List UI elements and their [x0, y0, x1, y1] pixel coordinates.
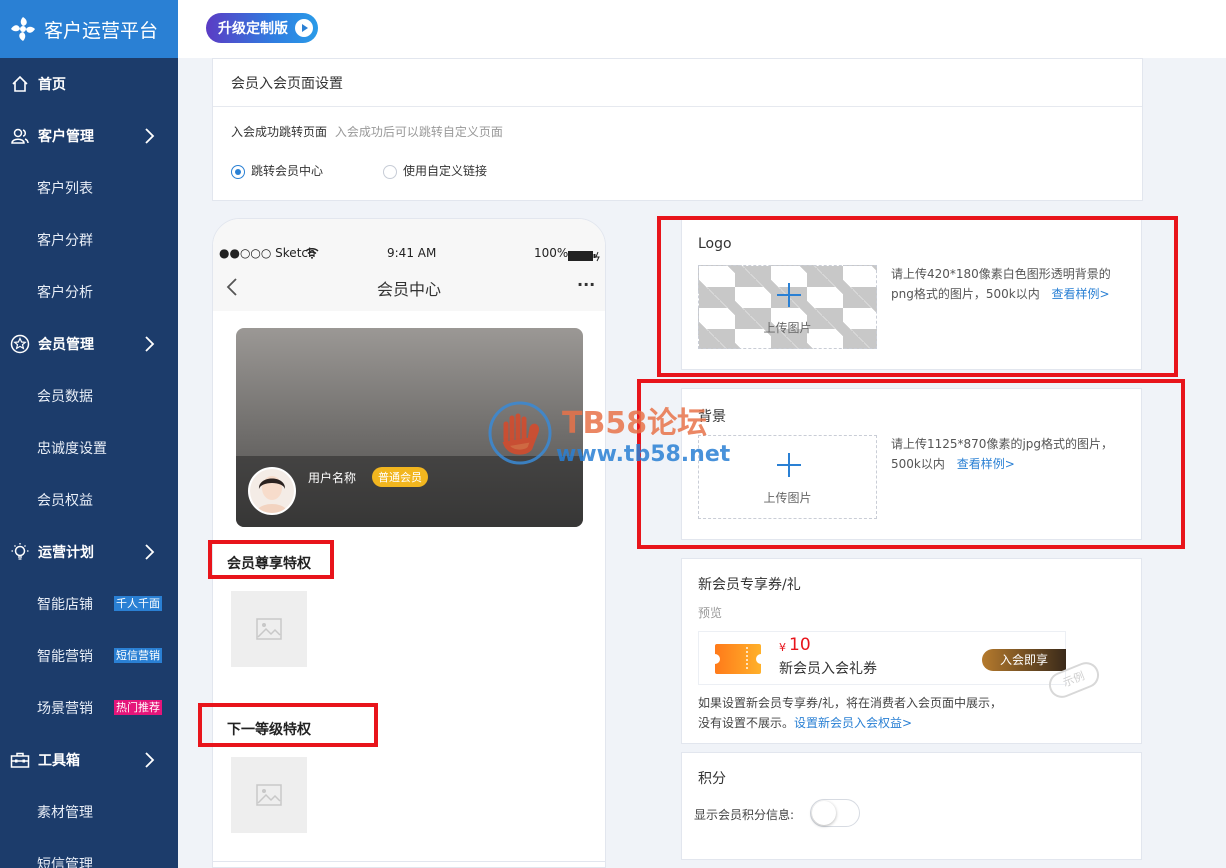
radio-checked-icon[interactable] [231, 164, 245, 179]
nav-ops-label: 运营计划 [38, 545, 94, 561]
coupon-desc: 如果设置新会员专享券/礼，将在消费者入会页面中展示，没有设置不展示。设置新会员入… [698, 693, 1008, 733]
toggle-knob [812, 801, 836, 825]
watermark-url: www.tb58.net [556, 442, 731, 467]
coupon-amount: 10 [789, 635, 811, 655]
watermark: TB58论坛 www.tb58.net [486, 398, 746, 478]
lightbulb-icon [10, 542, 30, 562]
nav-smart-store-label: 智能店铺 [37, 597, 93, 613]
nav-home[interactable]: 首页 [0, 58, 178, 110]
next-level-image-placeholder [231, 757, 307, 833]
brand-logo-icon [11, 17, 35, 41]
points-toggle-label: 显示会员积分信息: [694, 808, 795, 822]
star-circle-icon [10, 334, 30, 354]
watermark-title: TB58论坛 [562, 406, 708, 441]
nav-material[interactable]: 素材管理 [0, 786, 178, 838]
coupon-currency: ¥ [779, 641, 786, 654]
level-badge: 普通会员 [372, 467, 428, 487]
nav-ops[interactable]: 运营计划 [0, 526, 178, 578]
divider [213, 106, 1142, 107]
nav-loyalty[interactable]: 忠诚度设置 [0, 422, 178, 474]
settings-title: 会员入会页面设置 [231, 76, 343, 92]
coupon-name: 新会员入会礼券 [779, 661, 877, 677]
nav-member-rights[interactable]: 会员权益 [0, 474, 178, 526]
upgrade-label: 升级定制版 [218, 21, 288, 37]
join-button[interactable]: 入会即享 [982, 649, 1066, 671]
wifi-icon [305, 244, 319, 263]
home-icon [10, 74, 30, 94]
top-bar: 升级定制版 [178, 0, 1226, 58]
badge-scene-marketing: 热门推荐 [114, 700, 162, 715]
radio-custom-link-label: 使用自定义链接 [403, 164, 488, 178]
nav-member-label: 会员管理 [38, 337, 94, 353]
nav-customer-label: 客户管理 [38, 129, 94, 145]
phone-header: ●●○○○ Sketch 9:41 AM 100% 会员中心 ··· [213, 219, 605, 311]
badge-smart-store: 千人千面 [114, 596, 162, 611]
phone-battery: 100% [534, 246, 569, 260]
coupon-preview: ¥ 10 新会员入会礼券 入会即享 [698, 631, 1066, 685]
radio-unchecked-icon[interactable] [383, 164, 397, 179]
nav-toolbox-label: 工具箱 [38, 753, 80, 769]
image-icon [256, 618, 282, 640]
chevron-right-icon [145, 336, 155, 352]
redirect-row: 入会成功跳转页面 入会成功后可以跳转自定义页面 [231, 123, 503, 140]
nav-member[interactable]: 会员管理 [0, 318, 178, 370]
nav-customer[interactable]: 客户管理 [0, 110, 178, 162]
points-toggle[interactable] [810, 799, 860, 827]
phone-carrier: ●●○○○ Sketch [219, 246, 316, 260]
more-icon[interactable]: ··· [577, 275, 595, 294]
points-title: 积分 [698, 771, 726, 787]
hand-logo-icon [488, 401, 552, 465]
avatar [248, 467, 296, 515]
highlight-box-privilege [208, 540, 334, 579]
phone-time: 9:41 AM [387, 246, 437, 260]
radio-member-center[interactable]: 跳转会员中心 [231, 162, 323, 179]
toolbox-icon [10, 750, 30, 770]
divider [213, 861, 605, 862]
nav-customer-analysis[interactable]: 客户分析 [0, 266, 178, 318]
nav-smart-marketing-label: 智能营销 [37, 649, 93, 665]
brand-header[interactable]: 客户运营平台 [0, 0, 178, 58]
points-section: 积分 显示会员积分信息: [681, 752, 1142, 860]
badge-smart-marketing: 短信营销 [114, 648, 162, 663]
play-icon [295, 19, 313, 37]
highlight-box-next-level [198, 703, 378, 747]
brand-title: 客户运营平台 [44, 19, 159, 42]
chevron-right-icon [145, 128, 155, 144]
nav-smart-marketing[interactable]: 智能营销 短信营销 [0, 630, 178, 682]
nav-sms[interactable]: 短信管理 [0, 838, 178, 868]
radio-member-center-label: 跳转会员中心 [251, 164, 324, 178]
nav-customer-list[interactable]: 客户列表 [0, 162, 178, 214]
phone-page-title: 会员中心 [376, 280, 441, 299]
coupon-section: 新会员专享券/礼 预览 ¥ 10 新会员入会礼券 入会即享 示例 如果设置新会员… [681, 558, 1142, 744]
image-icon [256, 784, 282, 806]
users-icon [10, 126, 30, 146]
coupon-preview-label: 预览 [698, 606, 723, 620]
highlight-box-logo [657, 216, 1178, 377]
redirect-label: 入会成功跳转页面 [231, 125, 328, 139]
username: 用户名称 [308, 471, 357, 485]
ticket-icon [715, 644, 761, 674]
nav-toolbox[interactable]: 工具箱 [0, 734, 178, 786]
privilege-image-placeholder [231, 591, 307, 667]
nav-smart-store[interactable]: 智能店铺 千人千面 [0, 578, 178, 630]
sidebar: 客户运营平台 首页 客户管理 客户列表 客户分群 客户分析 会员管理 会员数据 … [0, 0, 178, 868]
upgrade-button[interactable]: 升级定制版 [206, 13, 318, 43]
nav-scene-marketing[interactable]: 场景营销 热门推荐 [0, 682, 178, 734]
coupon-desc-link[interactable]: 设置新会员入会权益> [794, 716, 912, 730]
nav-member-data[interactable]: 会员数据 [0, 370, 178, 422]
nav-home-label: 首页 [38, 77, 66, 93]
settings-card: 会员入会页面设置 入会成功跳转页面 入会成功后可以跳转自定义页面 跳转会员中心 … [212, 58, 1143, 201]
chevron-right-icon [145, 752, 155, 768]
battery-icon [568, 247, 600, 266]
chevron-right-icon [145, 544, 155, 560]
nav-customer-group[interactable]: 客户分群 [0, 214, 178, 266]
nav-scene-marketing-label: 场景营销 [37, 701, 93, 717]
radio-custom-link[interactable]: 使用自定义链接 [383, 162, 487, 179]
coupon-title: 新会员专享券/礼 [698, 577, 801, 593]
redirect-hint: 入会成功后可以跳转自定义页面 [334, 125, 503, 139]
